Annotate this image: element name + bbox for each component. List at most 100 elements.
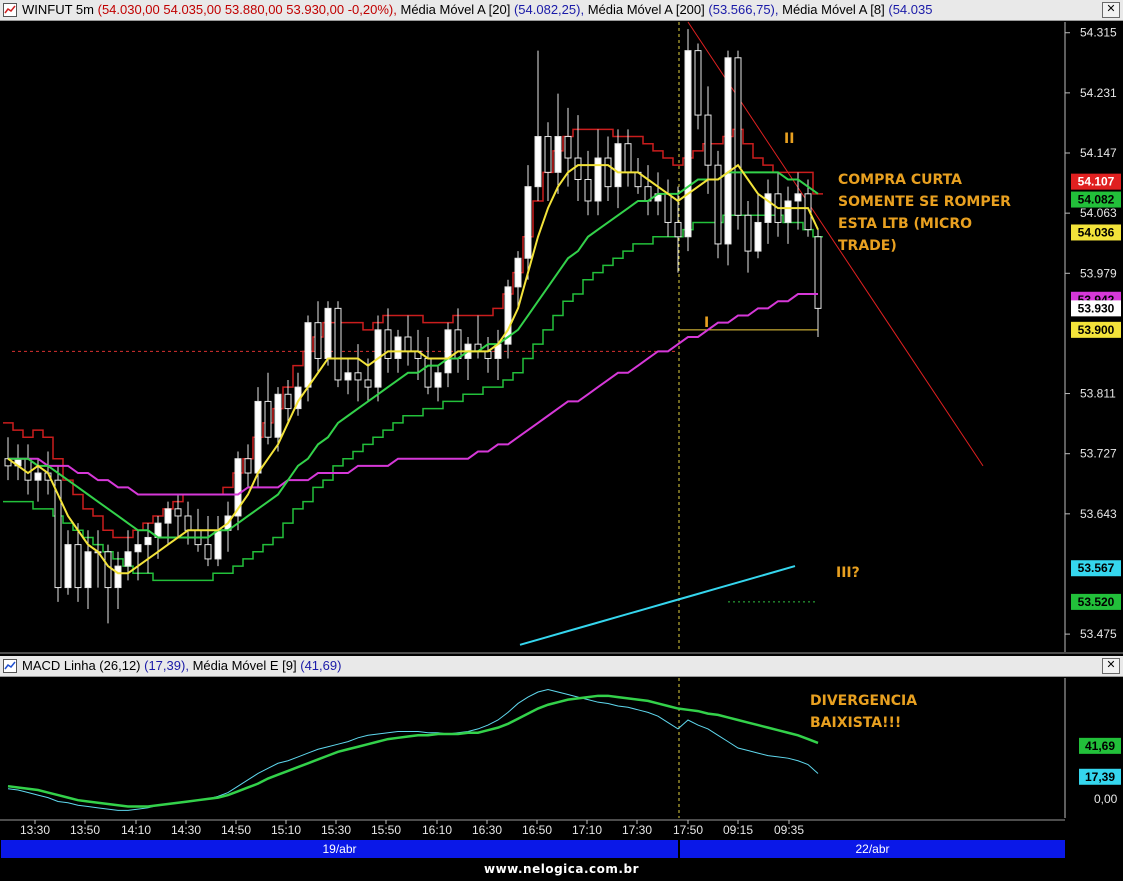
- y-tick-label: 54.147: [1080, 146, 1117, 160]
- candle: [64, 530, 72, 595]
- candle-body: [404, 336, 412, 352]
- price-label: 53.900: [1071, 321, 1121, 338]
- annotation-compra-line-3: ESTA LTB (MICRO: [838, 216, 973, 232]
- candle-body: [444, 329, 452, 374]
- candle-body: [764, 193, 772, 223]
- annotation-compra: COMPRA CURTA SOMENTE SE ROMPER ESTA LTB …: [838, 169, 1011, 257]
- candle-body: [614, 143, 622, 188]
- candle: [324, 301, 332, 366]
- candle-body: [144, 536, 152, 546]
- candle-body: [724, 57, 732, 245]
- candle-body: [554, 136, 562, 173]
- candle: [774, 172, 782, 237]
- candle: [14, 444, 22, 481]
- price-label: 54.107: [1071, 173, 1121, 190]
- x-tick-label: 09:15: [723, 823, 753, 837]
- price-label-text: 53.900: [1078, 323, 1115, 337]
- candle-body: [254, 400, 262, 474]
- candle-body: [354, 372, 362, 381]
- candle-body: [244, 458, 252, 474]
- y-tick-label: 54.315: [1080, 26, 1117, 40]
- price-label-text: 53.567: [1078, 561, 1115, 575]
- macd-signal-line: [7, 694, 819, 808]
- macd-price-label-text: 41,69: [1085, 739, 1115, 753]
- candle: [214, 515, 222, 567]
- candle: [624, 129, 632, 187]
- price-label: 53.567: [1071, 560, 1121, 577]
- candle-body: [424, 357, 432, 388]
- candle: [94, 530, 102, 588]
- candle-body: [784, 200, 792, 223]
- candle: [384, 308, 392, 373]
- macd-y-tick-label: 0,00: [1094, 792, 1118, 806]
- ma20-line: [8, 171, 819, 539]
- candle-body: [164, 508, 172, 524]
- x-tick-label: 14:30: [171, 823, 201, 837]
- macd-price-label-text: 17,39: [1085, 770, 1115, 784]
- x-tick-label: 14:50: [221, 823, 251, 837]
- candle-body: [524, 186, 532, 259]
- candle-body: [674, 221, 682, 238]
- annotation-wave-2: II: [784, 131, 795, 147]
- candle: [754, 193, 762, 259]
- candle-body: [814, 236, 822, 309]
- candle: [334, 301, 342, 388]
- candle-body: [264, 400, 272, 438]
- candle-body: [384, 329, 392, 359]
- candle-body: [664, 193, 672, 223]
- annotation-wave-3: III?: [836, 565, 860, 581]
- candle-body: [584, 179, 592, 202]
- price-label-text: 54.082: [1078, 193, 1115, 207]
- candle-body: [344, 372, 352, 381]
- candle-body: [574, 157, 582, 180]
- candle: [204, 515, 212, 567]
- macd-price-label: 41,69: [1079, 737, 1121, 754]
- candle-body: [324, 307, 332, 359]
- candle: [584, 150, 592, 216]
- candle: [114, 551, 122, 610]
- candle-body: [534, 136, 542, 188]
- candle-body: [204, 544, 212, 560]
- candle-body: [64, 544, 72, 589]
- candle: [494, 329, 502, 380]
- x-tick-label: 17:30: [622, 823, 652, 837]
- candle: [704, 86, 712, 194]
- candle-body: [514, 257, 522, 288]
- candle-body: [544, 136, 552, 173]
- candle-body: [74, 544, 82, 589]
- candle-body: [134, 544, 142, 553]
- y-tick-label: 54.063: [1080, 206, 1117, 220]
- candle: [434, 365, 442, 402]
- candle-body: [314, 322, 322, 359]
- ma8-line: [7, 163, 819, 575]
- y-tick-label: 53.643: [1080, 507, 1117, 521]
- candle: [604, 136, 612, 201]
- macd-price-label: 17,39: [1079, 768, 1121, 785]
- candle-body: [334, 307, 342, 381]
- candle-body: [184, 515, 192, 531]
- candle: [234, 451, 242, 531]
- candle-body: [754, 221, 762, 252]
- candle: [404, 315, 412, 366]
- candle: [54, 465, 62, 602]
- candle: [594, 129, 602, 216]
- candle: [454, 308, 462, 373]
- annotation-compra-line-1: COMPRA CURTA: [838, 172, 962, 188]
- credit-footer: www.nelogica.com.br: [484, 862, 639, 876]
- date-band-left: 19/abr: [1, 840, 678, 858]
- candle: [224, 501, 232, 552]
- annotation-wave-1: I: [704, 315, 710, 331]
- candle: [104, 544, 112, 624]
- annotation-divergencia-line-1: DIVERGENCIA: [810, 693, 918, 709]
- candle: [464, 337, 472, 380]
- date-band-right: 22/abr: [680, 840, 1065, 858]
- candle-body: [564, 136, 572, 159]
- candle-body: [174, 508, 182, 517]
- candle: [814, 229, 822, 337]
- candle: [344, 358, 352, 395]
- y-tick-label: 53.475: [1080, 627, 1117, 641]
- candle: [544, 122, 552, 201]
- x-tick-label: 13:30: [20, 823, 50, 837]
- x-tick-label: 15:10: [271, 823, 301, 837]
- y-tick-label: 53.727: [1080, 447, 1117, 461]
